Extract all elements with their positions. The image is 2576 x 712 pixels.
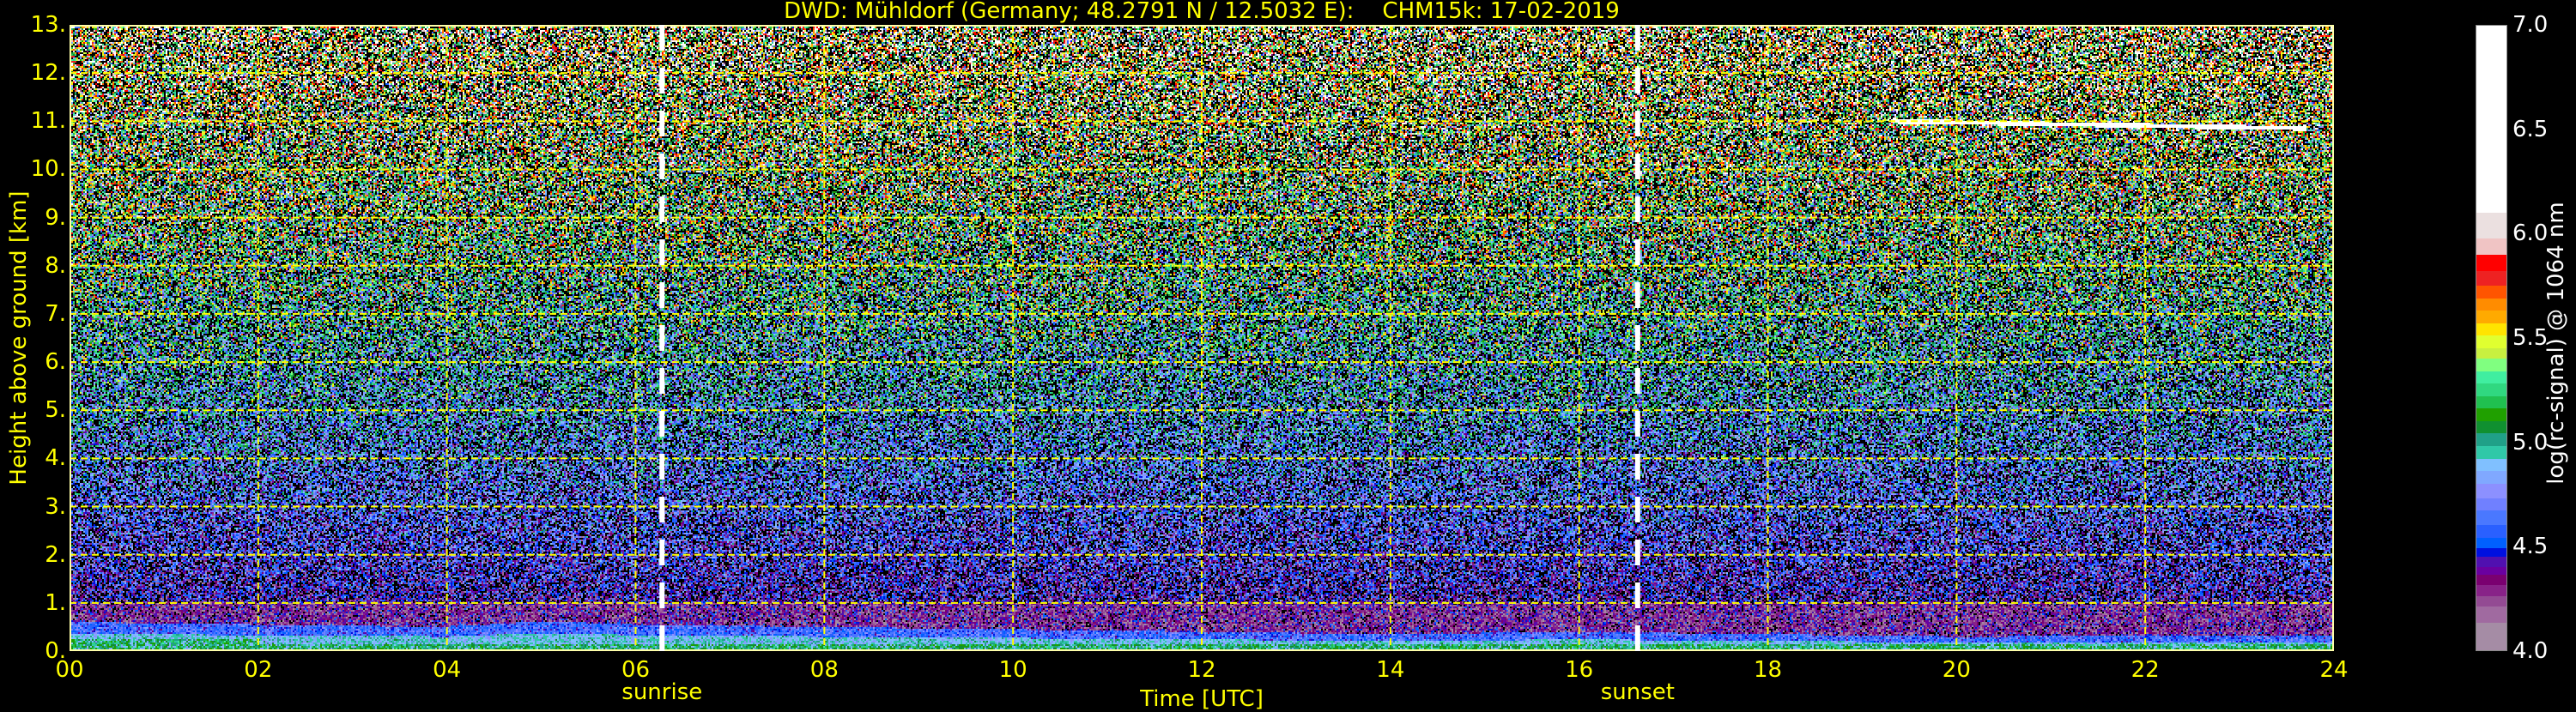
colorbar-bin: [2476, 299, 2506, 311]
colorbar-bin: [2476, 323, 2506, 336]
x-tick-label: 08: [810, 657, 839, 683]
colorbar-bin: [2476, 396, 2506, 409]
colorbar-bin: [2476, 446, 2506, 459]
grid-overlay: [70, 25, 2334, 651]
colorbar-bin: [2476, 255, 2506, 271]
x-tick-label: 22: [2131, 657, 2160, 683]
colorbar-bin: [2476, 359, 2506, 371]
colorbar-bin: [2476, 348, 2506, 359]
y-tick-label: 13.: [31, 12, 66, 38]
x-tick-label: 14: [1376, 657, 1404, 683]
colorbar-bin: [2476, 484, 2506, 498]
colorbar-bin: [2476, 433, 2506, 446]
y-tick-label: 12.: [31, 60, 66, 86]
colorbar-bin: [2476, 408, 2506, 421]
colorbar-bin: [2476, 459, 2506, 472]
y-axis-label: Height above ground [km]: [6, 190, 32, 485]
colorbar-bin: [2476, 238, 2506, 255]
y-tick-label: 6.: [45, 349, 66, 375]
colorbar-bin: [2476, 311, 2506, 323]
colorbar-bin: [2476, 421, 2506, 434]
y-tick-label: 3.: [45, 494, 66, 520]
colorbar: [2476, 25, 2507, 651]
sunrise-label: sunrise: [621, 679, 702, 705]
colorbar-label: log(rc-signal) @ 1064 nm: [2543, 202, 2569, 484]
colorbar-bin: [2476, 596, 2506, 606]
y-tick-label: 4.: [45, 445, 66, 471]
colorbar-tick-label: 4.5: [2512, 534, 2548, 559]
colorbar-bin: [2476, 335, 2506, 348]
colorbar-bin: [2476, 271, 2506, 286]
x-tick-label: 02: [244, 657, 272, 683]
colorbar-bin: [2476, 606, 2506, 623]
x-tick-label: 04: [433, 657, 461, 683]
x-tick-label: 18: [1754, 657, 1782, 683]
colorbar-bin: [2476, 286, 2506, 299]
y-tick-label: 11.: [31, 108, 66, 134]
x-tick-label: 20: [1943, 657, 1971, 683]
colorbar-bin: [2476, 567, 2506, 576]
chart-title: DWD: Mühldorf (Germany; 48.2791 N / 12.5…: [0, 0, 2403, 24]
plot-area: [70, 25, 2334, 651]
colorbar-tick-label: 4.0: [2512, 638, 2548, 664]
y-tick-label: 1.: [45, 590, 66, 616]
x-tick-label: 12: [1187, 657, 1215, 683]
y-tick-label: 9.: [45, 205, 66, 231]
y-tick-label: 8.: [45, 253, 66, 279]
colorbar-bin: [2476, 26, 2506, 213]
colorbar-bin: [2476, 471, 2506, 484]
colorbar-bin: [2476, 510, 2506, 525]
y-tick-label: 2.: [45, 542, 66, 568]
x-axis-label: Time [UTC]: [1140, 686, 1264, 712]
colorbar-bin: [2476, 371, 2506, 384]
colorbar-tick-label: 6.5: [2512, 117, 2548, 142]
x-tick-label: 00: [55, 657, 83, 683]
y-tick-label: 7.: [45, 301, 66, 327]
colorbar-bin: [2476, 525, 2506, 538]
colorbar-bin: [2476, 498, 2506, 511]
colorbar-bin: [2476, 548, 2506, 557]
x-tick-label: 24: [2319, 657, 2348, 683]
y-tick-label: 10.: [31, 156, 66, 182]
colorbar-tick-label: 7.0: [2512, 12, 2548, 38]
x-tick-label: 16: [1565, 657, 1593, 683]
colorbar-bin: [2476, 538, 2506, 548]
sunset-label: sunset: [1601, 679, 1675, 705]
colorbar-bin: [2476, 575, 2506, 585]
colorbar-bin: [2476, 383, 2506, 396]
colorbar-bin: [2476, 623, 2506, 650]
colorbar-bin: [2476, 585, 2506, 595]
x-tick-label: 10: [999, 657, 1027, 683]
colorbar-bin: [2476, 213, 2506, 238]
colorbar-bin: [2476, 557, 2506, 567]
y-tick-label: 5.: [45, 397, 66, 423]
